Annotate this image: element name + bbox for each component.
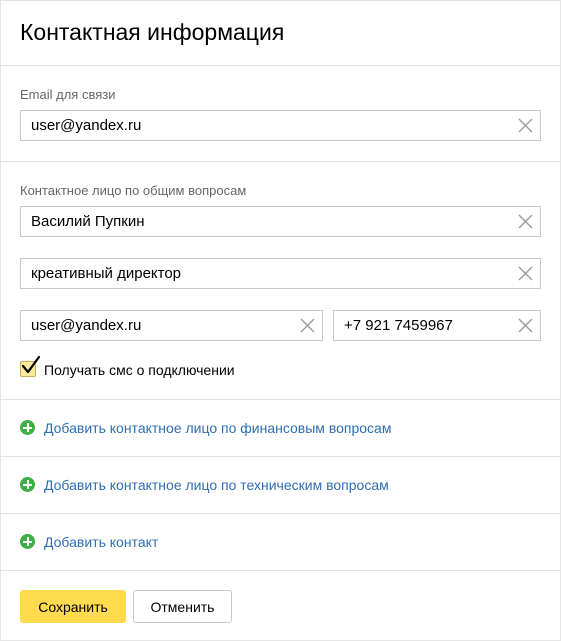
email-input[interactable] <box>21 111 511 140</box>
add-contact-section: Добавить контакт <box>1 514 560 571</box>
page-title: Контактная информация <box>20 19 285 45</box>
add-finance-contact-label: Добавить контактное лицо по финансовым в… <box>44 420 392 436</box>
plus-circle-icon <box>20 534 35 549</box>
email-section: Email для связи <box>1 66 560 162</box>
panel-header: Контактная информация <box>1 1 560 66</box>
cancel-button[interactable]: Отменить <box>133 590 232 623</box>
add-finance-section: Добавить контактное лицо по финансовым в… <box>1 400 560 457</box>
plus-circle-icon <box>20 420 35 435</box>
contact-person-label: Контактное лицо по общим вопросам <box>20 183 247 198</box>
name-input[interactable] <box>21 207 511 236</box>
close-icon[interactable] <box>517 265 534 282</box>
contact-email-input[interactable] <box>21 311 293 340</box>
add-technical-contact-label: Добавить контактное лицо по техническим … <box>44 477 389 493</box>
contact-email-field-box <box>20 310 323 341</box>
position-input[interactable] <box>21 259 511 288</box>
close-icon[interactable] <box>299 317 316 334</box>
email-field-box <box>20 110 541 141</box>
add-technical-section: Добавить контактное лицо по техническим … <box>1 457 560 514</box>
email-label: Email для связи <box>20 87 116 102</box>
plus-circle-icon <box>20 477 35 492</box>
name-field-box <box>20 206 541 237</box>
phone-input[interactable] <box>334 311 511 340</box>
contact-info-panel: Контактная информация Email для связи Ко… <box>0 0 561 641</box>
position-field-box <box>20 258 541 289</box>
close-icon[interactable] <box>517 317 534 334</box>
checkmark-icon <box>21 355 41 374</box>
close-icon[interactable] <box>517 213 534 230</box>
sms-checkbox-label: Получать смс о подключении <box>44 362 235 378</box>
phone-field-box <box>333 310 541 341</box>
add-contact-label: Добавить контакт <box>44 534 159 550</box>
save-button[interactable]: Сохранить <box>20 590 126 623</box>
close-icon[interactable] <box>517 117 534 134</box>
